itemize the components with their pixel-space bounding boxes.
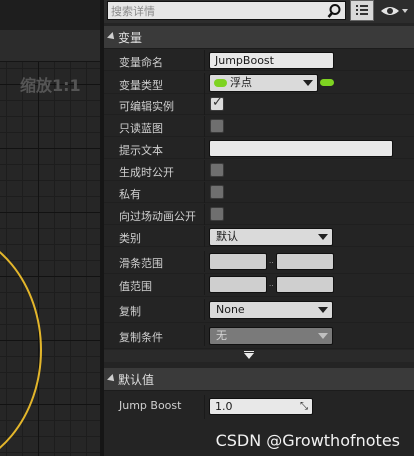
search-box[interactable] [107,1,346,20]
resize-drag-icon[interactable]: ⤡ [300,399,308,414]
collapse-triangle-icon [107,32,117,42]
category-dropdown[interactable]: 默认 [209,228,333,246]
property-label: 私有 [119,188,141,201]
zoom-label: 缩放1:1 [20,76,81,95]
instance-editable-checkbox[interactable] [210,95,224,111]
property-label: 类别 [119,232,141,245]
category-title: 变量 [118,31,143,45]
expose-to-cinematics-checkbox[interactable] [210,207,224,221]
column-separator[interactable] [204,226,205,247]
replication-condition-value: 无 [216,329,227,342]
replication-condition-dropdown[interactable]: 无 [209,327,333,345]
property-row-blueprint-readonly: 只读蓝图 [104,116,414,137]
jump-boost-value: 1.0 [215,400,233,413]
view-options-button[interactable] [379,2,411,20]
blueprint-readonly-checkbox[interactable] [210,119,224,133]
column-separator[interactable] [204,50,205,71]
column-separator[interactable] [204,116,205,137]
property-label: 生成时公开 [119,166,174,179]
column-separator[interactable] [204,251,205,272]
property-label: 变量命名 [119,56,163,69]
property-row-instance-editable: 可编辑实例 [104,94,414,115]
search-bar [104,0,414,23]
property-row-value-range: 值范围 ·· [104,274,414,297]
value-range-max-field[interactable] [276,276,334,293]
range-separator: ·· [269,282,274,290]
column-separator[interactable] [204,204,205,225]
category-variable-header[interactable]: 变量 [104,26,414,49]
property-row-replication-condition: 复制条件 无 [104,325,414,349]
property-label: 复制 [119,305,141,318]
category-default-value-header[interactable]: 默认值 [104,368,414,391]
column-separator[interactable] [204,274,205,295]
property-label: 提示文本 [119,144,163,157]
variable-type-dropdown[interactable]: 浮点 [209,74,318,92]
column-separator[interactable] [204,325,205,346]
replication-dropdown[interactable]: None [209,301,333,319]
property-label: 复制条件 [119,331,163,344]
property-row-category: 类别 默认 [104,226,414,247]
column-separator[interactable] [204,299,205,320]
column-separator[interactable] [204,182,205,203]
property-row-tooltip: 提示文本 [104,138,414,159]
variable-name-field[interactable]: JumpBoost [209,52,334,69]
property-label: Jump Boost [119,399,182,412]
property-label: 只读蓝图 [119,122,163,135]
list-view-button[interactable] [350,0,374,21]
chevron-down-icon [318,307,328,313]
slider-range-min-field[interactable] [209,253,267,270]
list-view-icon [356,5,368,15]
column-separator[interactable] [204,395,205,419]
float-type-icon [214,79,227,87]
column-separator[interactable] [204,138,205,159]
property-row-variable-type: 变量类型 浮点 [104,73,414,94]
property-row-expose-on-spawn: 生成时公开 [104,160,414,181]
property-row-variable-name: 变量命名 JumpBoost [104,50,414,71]
range-separator: ·· [269,259,274,267]
property-label: 值范围 [119,280,152,293]
column-separator[interactable] [204,160,205,181]
category-title: 默认值 [118,373,155,387]
jump-boost-field[interactable]: 1.0 ⤡ [209,398,313,415]
chevron-down-icon [318,333,328,339]
property-label: 向过场动画公开 [119,210,196,223]
tooltip-field[interactable] [209,140,393,157]
advanced-line [244,351,254,352]
property-row-private: 私有 [104,182,414,203]
container-type-icon[interactable] [320,79,334,86]
search-icon[interactable] [326,3,342,19]
eye-icon [381,7,408,15]
variable-type-value: 浮点 [230,76,252,89]
chevron-down-icon [303,80,313,86]
show-advanced-button[interactable] [104,350,414,362]
property-label: 可编辑实例 [119,100,174,113]
value-range-min-field[interactable] [209,276,267,293]
search-input[interactable] [111,4,311,18]
viewport-top-bar [0,0,100,30]
property-label: 滑条范围 [119,257,163,270]
category-value: 默认 [216,230,238,243]
viewport-toolbar [0,30,100,62]
private-checkbox[interactable] [210,185,224,199]
column-separator[interactable] [204,94,205,115]
expose-on-spawn-checkbox[interactable] [210,163,224,177]
details-panel: 变量 变量命名 JumpBoost 变量类型 浮点 可编辑实例 只 [104,0,414,456]
property-row-jump-boost: Jump Boost 1.0 ⤡ [104,395,414,419]
property-row-replication: 复制 None [104,299,414,323]
property-row-slider-range: 滑条范围 ·· [104,251,414,274]
column-separator[interactable] [204,73,205,94]
chevron-down-icon [318,234,328,240]
property-label: 变量类型 [119,79,163,92]
watermark: CSDN @Growthofnotes [215,431,400,450]
property-row-expose-to-cinematics: 向过场动画公开 [104,204,414,225]
collapse-triangle-icon [107,374,117,384]
slider-range-max-field[interactable] [276,253,334,270]
graph-viewport[interactable]: 缩放1:1 [0,0,100,456]
expand-arrow-icon [244,353,254,359]
replication-value: None [216,303,245,316]
